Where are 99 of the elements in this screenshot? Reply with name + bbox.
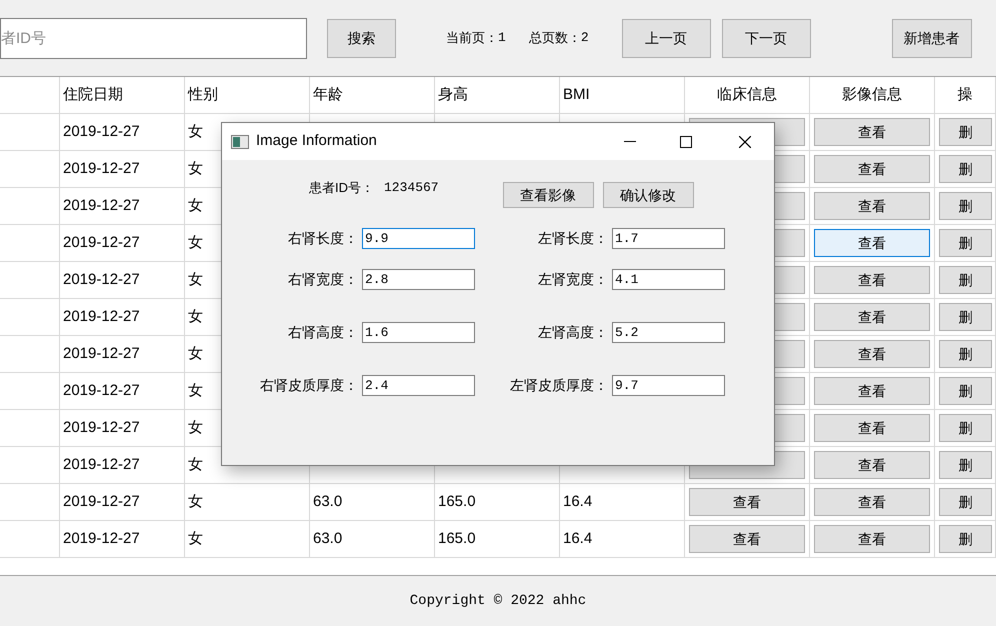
confirm-edit-button[interactable]: 确认修改 <box>602 182 694 208</box>
table-cell-text: 16.4 <box>563 492 592 512</box>
table-cell-text: 63.0 <box>313 528 342 549</box>
delete-button[interactable]: 删 <box>939 414 992 442</box>
column-header: 操 <box>958 84 972 105</box>
search-field[interactable]: 者ID号 <box>0 18 307 58</box>
view-image-button[interactable]: 查看影像 <box>502 182 594 208</box>
view-clinical-button[interactable]: 查看 <box>689 488 805 516</box>
column-header: 住院日期 <box>63 84 123 105</box>
view-image-button[interactable]: 查看 <box>814 488 930 516</box>
view-image-button[interactable]: 查看 <box>814 303 930 331</box>
measurement-label: 右肾长度： <box>288 229 358 248</box>
patient-id-value: 1234567 <box>384 179 439 197</box>
table-cell-text: 女 <box>188 380 203 401</box>
view-image-button[interactable]: 查看 <box>814 414 930 442</box>
measurement-label: 左肾高度： <box>538 323 608 342</box>
table-cell-text: 2019-12-27 <box>63 492 140 512</box>
table-cell-text: 女 <box>188 196 203 216</box>
table-cell-text: 2019-12-27 <box>63 528 140 549</box>
view-image-button[interactable]: 查看 <box>814 155 930 183</box>
table-cell-text: 女 <box>188 232 203 253</box>
measurement-field[interactable]: 2.8 <box>362 269 475 290</box>
delete-button[interactable]: 删 <box>939 303 992 331</box>
table-cell-text: 女 <box>188 158 203 179</box>
measurement-label: 右肾宽度： <box>288 270 358 289</box>
table-cell-text: 2019-12-27 <box>63 270 140 290</box>
copyright-text: Copyright © 2022 ahhc <box>410 592 586 610</box>
close-icon[interactable] <box>739 136 751 148</box>
table-cell-text: 165.0 <box>438 528 476 549</box>
next-page-button[interactable]: 下一页 <box>722 18 811 58</box>
dialog-title: Image Information <box>256 131 377 152</box>
delete-button[interactable]: 删 <box>939 525 992 553</box>
view-clinical-button[interactable]: 查看 <box>689 525 805 553</box>
view-image-button[interactable]: 查看 <box>814 229 930 257</box>
measurement-field[interactable]: 2.4 <box>362 375 475 396</box>
table-cell-text: 2019-12-27 <box>63 196 140 216</box>
table-cell-text: 女 <box>188 306 203 327</box>
patient-id-label: 患者ID号： <box>309 179 374 197</box>
view-image-button[interactable]: 查看 <box>814 118 930 146</box>
table-cell-text: 女 <box>188 492 203 512</box>
maximize-icon[interactable] <box>680 136 692 148</box>
measurement-label: 左肾皮质厚度： <box>510 376 608 395</box>
view-image-button[interactable]: 查看 <box>814 451 930 479</box>
view-image-button[interactable]: 查看 <box>814 266 930 294</box>
measurement-field[interactable]: 9.7 <box>612 375 725 396</box>
delete-button[interactable]: 删 <box>939 340 992 368</box>
delete-button[interactable]: 删 <box>939 266 992 294</box>
search-button[interactable]: 搜索 <box>327 18 396 58</box>
table-cell-text: 2019-12-27 <box>63 232 140 253</box>
table-cell-text: 2019-12-27 <box>63 158 140 179</box>
table-cell-text: 2019-12-27 <box>63 344 140 364</box>
measurement-field[interactable]: 5.2 <box>612 322 725 343</box>
table-cell-text: 16.4 <box>563 528 592 549</box>
total-pages-value: 2 <box>580 29 589 48</box>
view-image-button[interactable]: 查看 <box>814 192 930 220</box>
measurement-label: 左肾宽度： <box>538 270 608 289</box>
table-cell-text: 165.0 <box>438 492 476 512</box>
delete-button[interactable]: 删 <box>939 451 992 479</box>
column-header: 年龄 <box>313 84 343 105</box>
measurement-label: 右肾皮质厚度： <box>260 376 358 395</box>
window-app-icon <box>231 134 249 148</box>
table-cell-text: 2019-12-27 <box>63 380 140 401</box>
measurement-field[interactable]: 1.7 <box>612 228 725 249</box>
column-header: 临床信息 <box>717 84 777 105</box>
column-header: BMI <box>563 84 590 105</box>
delete-button[interactable]: 删 <box>939 192 992 220</box>
measurement-label: 右肾高度： <box>288 323 358 342</box>
table-cell-text: 63.0 <box>313 492 342 512</box>
table-cell-text: 2019-12-27 <box>63 418 140 438</box>
measurement-field[interactable]: 9.9 <box>362 228 475 249</box>
table-cell-text: 女 <box>188 454 203 475</box>
minimize-icon[interactable] <box>624 140 636 142</box>
add-patient-button[interactable]: 新增患者 <box>892 18 972 58</box>
table-cell-text: 2019-12-27 <box>63 454 140 475</box>
table-cell-text: 女 <box>188 270 203 290</box>
current-page-value: 1 <box>498 29 506 48</box>
column-header: 影像信息 <box>842 84 902 105</box>
delete-button[interactable]: 删 <box>939 488 992 516</box>
total-pages-label: 总页数： <box>528 29 581 48</box>
table-cell-text: 女 <box>188 122 203 142</box>
view-image-button[interactable]: 查看 <box>814 377 930 405</box>
current-page-label: 当前页： <box>446 29 498 48</box>
view-image-button[interactable]: 查看 <box>814 340 930 368</box>
table-cell-text: 女 <box>188 528 203 549</box>
table-cell-text: 女 <box>188 344 203 364</box>
measurement-field[interactable]: 4.1 <box>612 269 725 290</box>
column-header: 身高 <box>438 84 468 105</box>
table-cell-text: 女 <box>188 418 203 438</box>
column-header: 性别 <box>188 84 218 105</box>
measurement-label: 左肾长度： <box>538 229 608 248</box>
delete-button[interactable]: 删 <box>939 155 992 183</box>
previous-page-button[interactable]: 上一页 <box>622 18 711 58</box>
view-image-button[interactable]: 查看 <box>814 525 930 553</box>
delete-button[interactable]: 删 <box>939 377 992 405</box>
measurement-field[interactable]: 1.6 <box>362 322 475 343</box>
delete-button[interactable]: 删 <box>939 229 992 257</box>
table-cell-text: 2019-12-27 <box>63 122 140 142</box>
table-cell-text: 2019-12-27 <box>63 306 140 327</box>
delete-button[interactable]: 删 <box>939 118 992 146</box>
